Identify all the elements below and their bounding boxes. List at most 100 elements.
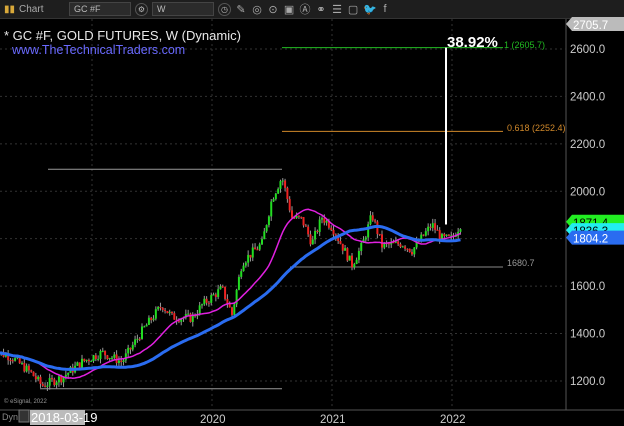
- x-tick-label: 2021: [320, 414, 346, 426]
- candle: [85, 359, 88, 361]
- candle: [99, 350, 102, 359]
- candle: [214, 294, 217, 297]
- price-chart[interactable]: 2600.0 2400.0 2200.0 2000.0 1600.0 1400.0 1200…: [0, 0, 624, 426]
- candle: [219, 286, 222, 290]
- candle: [25, 365, 28, 372]
- candle: [309, 234, 312, 245]
- lock-icon[interactable]: [18, 409, 30, 423]
- candle: [108, 357, 111, 359]
- candle: [37, 376, 40, 380]
- candle: [11, 360, 14, 362]
- candle: [111, 357, 113, 359]
- candle: [168, 311, 171, 314]
- candle: [297, 215, 300, 217]
- candle: [369, 215, 372, 225]
- candle: [436, 229, 439, 231]
- candle: [41, 383, 44, 386]
- candle: [371, 215, 374, 221]
- candle: [14, 358, 17, 361]
- candle: [57, 376, 60, 383]
- candle: [300, 216, 303, 218]
- candle: [127, 347, 130, 354]
- candle: [94, 355, 97, 360]
- candle: [171, 311, 173, 314]
- candle: [348, 255, 351, 261]
- candle: [154, 309, 157, 319]
- candle: [231, 307, 233, 315]
- candle: [173, 313, 176, 320]
- candle: [431, 223, 434, 228]
- y-tick-label: 1400.0: [570, 329, 605, 341]
- candle: [30, 370, 33, 372]
- candle: [277, 188, 280, 194]
- y-tick-label: 2600.0: [570, 44, 605, 56]
- candle: [339, 240, 342, 244]
- candle: [113, 354, 116, 358]
- candle: [406, 248, 409, 250]
- candle: [131, 344, 134, 350]
- candle: [353, 263, 356, 268]
- candle: [459, 229, 462, 232]
- cursor-date: 2018-03-19: [31, 410, 98, 425]
- candle: [46, 385, 49, 387]
- candle: [166, 311, 169, 314]
- candle: [404, 246, 407, 249]
- candle: [434, 223, 437, 230]
- candle: [256, 249, 259, 251]
- candle: [321, 218, 323, 220]
- candle: [34, 376, 37, 380]
- candle: [279, 181, 282, 189]
- candle: [217, 289, 220, 297]
- candle: [251, 247, 254, 258]
- candle: [60, 376, 63, 383]
- candle: [240, 271, 243, 277]
- candle: [32, 371, 35, 377]
- candle: [274, 193, 277, 199]
- candle: [106, 355, 109, 359]
- support-label: 1680.7: [507, 258, 535, 268]
- y-tick-label: 2200.0: [570, 139, 605, 151]
- candle: [64, 374, 67, 377]
- candle: [346, 248, 349, 261]
- candle: [205, 298, 208, 303]
- y-tick-label: 1600.0: [570, 281, 605, 293]
- candle: [141, 326, 143, 339]
- candle: [76, 362, 79, 366]
- candle: [286, 187, 289, 200]
- candle: [53, 379, 56, 386]
- candle: [413, 247, 416, 255]
- candle: [150, 317, 153, 321]
- candle: [117, 360, 120, 364]
- candle: [381, 234, 383, 248]
- candle: [92, 355, 95, 362]
- candle: [67, 372, 70, 375]
- ma-fast-line: [0, 208, 461, 379]
- copyright: © eSignal, 2022: [4, 398, 47, 405]
- candle: [447, 234, 450, 236]
- candle: [78, 362, 81, 368]
- candle: [374, 220, 377, 222]
- candle: [397, 241, 400, 245]
- candle: [198, 305, 201, 315]
- candle: [291, 210, 293, 218]
- candle: [318, 219, 321, 232]
- candle: [438, 230, 441, 240]
- candle: [355, 259, 358, 264]
- candle: [228, 303, 231, 308]
- candle: [147, 317, 150, 325]
- candle: [44, 385, 47, 387]
- y-tick-label: 2000.0: [570, 186, 605, 198]
- candle: [443, 234, 446, 236]
- candle: [134, 339, 137, 345]
- candle: [399, 244, 402, 247]
- candle: [249, 254, 252, 258]
- candle: [272, 198, 275, 202]
- candle: [187, 313, 190, 315]
- candle: [364, 237, 367, 240]
- candle: [224, 286, 227, 299]
- candle: [122, 360, 125, 363]
- candle: [344, 248, 347, 251]
- candle: [422, 234, 425, 236]
- candle: [357, 251, 360, 260]
- candle: [212, 294, 215, 296]
